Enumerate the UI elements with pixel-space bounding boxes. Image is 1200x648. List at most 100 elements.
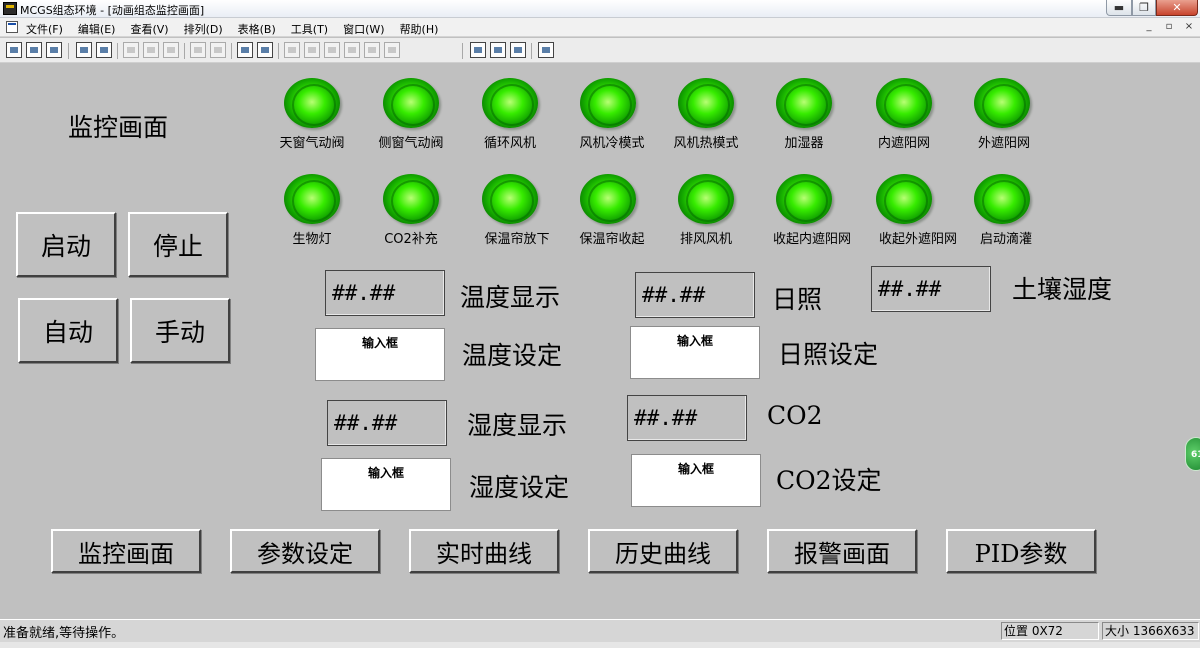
nav-alarm-button[interactable]: 报警画面 — [767, 529, 917, 573]
document-icon[interactable] — [6, 21, 18, 33]
menu-table[interactable]: 表格(B) — [238, 21, 276, 37]
maximize-button[interactable]: ❐ — [1132, 0, 1156, 16]
nav-pid-button[interactable]: PID参数 — [946, 529, 1096, 573]
co2-setpoint-input[interactable]: 输入框 — [631, 454, 761, 507]
humidity-setpoint-input[interactable]: 输入框 — [321, 458, 451, 511]
indicator-label: 收起内遮阳网 — [772, 232, 851, 247]
window-title: MCGS组态环境 - [动画组态监控画面] — [20, 4, 205, 17]
menu-file[interactable]: 文件(F) — [26, 21, 63, 37]
menu-bar: 文件(F) 编辑(E) 查看(V) 排列(D) 表格(B) 工具(T) 窗口(W… — [0, 18, 1200, 37]
align-left-icon[interactable] — [284, 42, 300, 58]
toolbar-separator — [68, 43, 69, 59]
co2-display: ##.## — [627, 395, 747, 441]
check-icon[interactable] — [490, 42, 506, 58]
copy-icon[interactable] — [143, 42, 159, 58]
mdi-window-controls: _ ▫ × — [1136, 20, 1196, 34]
status-position: 位置 0X72 — [1001, 622, 1099, 640]
start-button[interactable]: 启动 — [16, 212, 116, 277]
nav-parameters-button[interactable]: 参数设定 — [230, 529, 380, 573]
save-icon[interactable] — [46, 42, 62, 58]
humidity-display-label: 湿度显示 — [467, 411, 568, 440]
indicator-lamp — [284, 174, 340, 224]
indicator-lamp — [580, 78, 636, 128]
mdi-minimize-button[interactable]: _ — [1142, 20, 1156, 34]
manual-mode-button[interactable]: 手动 — [130, 298, 230, 363]
tools-icon[interactable] — [237, 42, 253, 58]
indicator-lamp — [678, 174, 734, 224]
temperature-setpoint-label: 温度设定 — [462, 341, 563, 370]
indent-icon[interactable] — [384, 42, 400, 58]
temperature-display-label: 温度显示 — [460, 283, 561, 312]
indicator-lamp — [974, 78, 1030, 128]
toolbar-separator — [117, 43, 118, 59]
indicator-label: 外遮阳网 — [977, 136, 1030, 151]
minimize-button[interactable]: ▬ — [1106, 0, 1132, 16]
indicator-lamp — [776, 174, 832, 224]
open-icon[interactable] — [26, 42, 42, 58]
soil-moisture-display-label: 土壤湿度 — [1012, 275, 1113, 304]
title-bar: MCGS组态环境 - [动画组态监控画面] ▬ ❐ ✕ — [0, 0, 1200, 18]
close-button[interactable]: ✕ — [1156, 0, 1198, 16]
nav-history-curve-button[interactable]: 历史曲线 — [588, 529, 738, 573]
indicator-lamp — [482, 78, 538, 128]
sunlight-display-label: 日照 — [772, 285, 823, 314]
font-icon[interactable] — [344, 42, 360, 58]
redo-icon[interactable] — [210, 42, 226, 58]
indicator-lamp — [876, 174, 932, 224]
toolbar — [0, 38, 1200, 63]
menu-view[interactable]: 查看(V) — [130, 21, 168, 37]
menu-items: 文件(F) 编辑(E) 查看(V) 排列(D) 表格(B) 工具(T) 窗口(W… — [26, 21, 453, 37]
auto-mode-button[interactable]: 自动 — [18, 298, 118, 363]
indicator-lamp — [580, 174, 636, 224]
indicator-label: 排风风机 — [679, 232, 732, 247]
toolbar-separator — [278, 43, 279, 59]
app-icon — [3, 2, 17, 15]
print-icon[interactable] — [76, 42, 92, 58]
menu-arrange[interactable]: 排列(D) — [184, 21, 223, 37]
indicator-lamp — [876, 78, 932, 128]
help-icon[interactable] — [538, 42, 554, 58]
indicator-lamp — [383, 78, 439, 128]
menu-help[interactable]: 帮助(H) — [400, 21, 439, 37]
properties-icon[interactable] — [470, 42, 486, 58]
indicator-label: CO2补充 — [384, 232, 438, 247]
menu-window[interactable]: 窗口(W) — [343, 21, 384, 37]
indicator-lamp — [776, 78, 832, 128]
undo-icon[interactable] — [190, 42, 206, 58]
indicator-lamp — [678, 78, 734, 128]
status-message: 准备就绪,等待操作。 — [3, 626, 125, 641]
mdi-restore-button[interactable]: ▫ — [1162, 20, 1176, 34]
side-badge[interactable]: 61 — [1185, 437, 1200, 471]
sunlight-setpoint-input[interactable]: 输入框 — [630, 326, 760, 379]
page-title: 监控画面 — [68, 113, 169, 142]
indicator-lamp — [383, 174, 439, 224]
indicator-lamp — [284, 78, 340, 128]
new-window-icon[interactable] — [6, 42, 22, 58]
co2-setpoint-label: CO2设定 — [776, 466, 882, 495]
format-icon[interactable] — [364, 42, 380, 58]
toolbar-separator — [531, 43, 532, 59]
nav-realtime-curve-button[interactable]: 实时曲线 — [409, 529, 559, 573]
menu-edit[interactable]: 编辑(E) — [78, 21, 116, 37]
toolbar-separator — [462, 43, 463, 59]
print-preview-icon[interactable] — [96, 42, 112, 58]
sunlight-display: ##.## — [635, 272, 755, 318]
cut-icon[interactable] — [123, 42, 139, 58]
mdi-close-button[interactable]: × — [1182, 20, 1196, 34]
humidity-setpoint-label: 湿度设定 — [469, 473, 570, 502]
align-right-icon[interactable] — [324, 42, 340, 58]
status-footer — [0, 642, 1200, 648]
status-size: 大小 1366X633 — [1102, 622, 1199, 640]
window-properties-icon[interactable] — [257, 42, 273, 58]
menu-tools[interactable]: 工具(T) — [291, 21, 328, 37]
paste-icon[interactable] — [163, 42, 179, 58]
run-icon[interactable] — [510, 42, 526, 58]
temperature-display: ##.## — [325, 270, 445, 316]
align-center-icon[interactable] — [304, 42, 320, 58]
nav-monitor-button[interactable]: 监控画面 — [51, 529, 201, 573]
toolbar-separator — [184, 43, 185, 59]
stop-button[interactable]: 停止 — [128, 212, 228, 277]
indicator-lamp — [482, 174, 538, 224]
temperature-setpoint-input[interactable]: 输入框 — [315, 328, 445, 381]
co2-display-label: CO2 — [767, 401, 823, 430]
